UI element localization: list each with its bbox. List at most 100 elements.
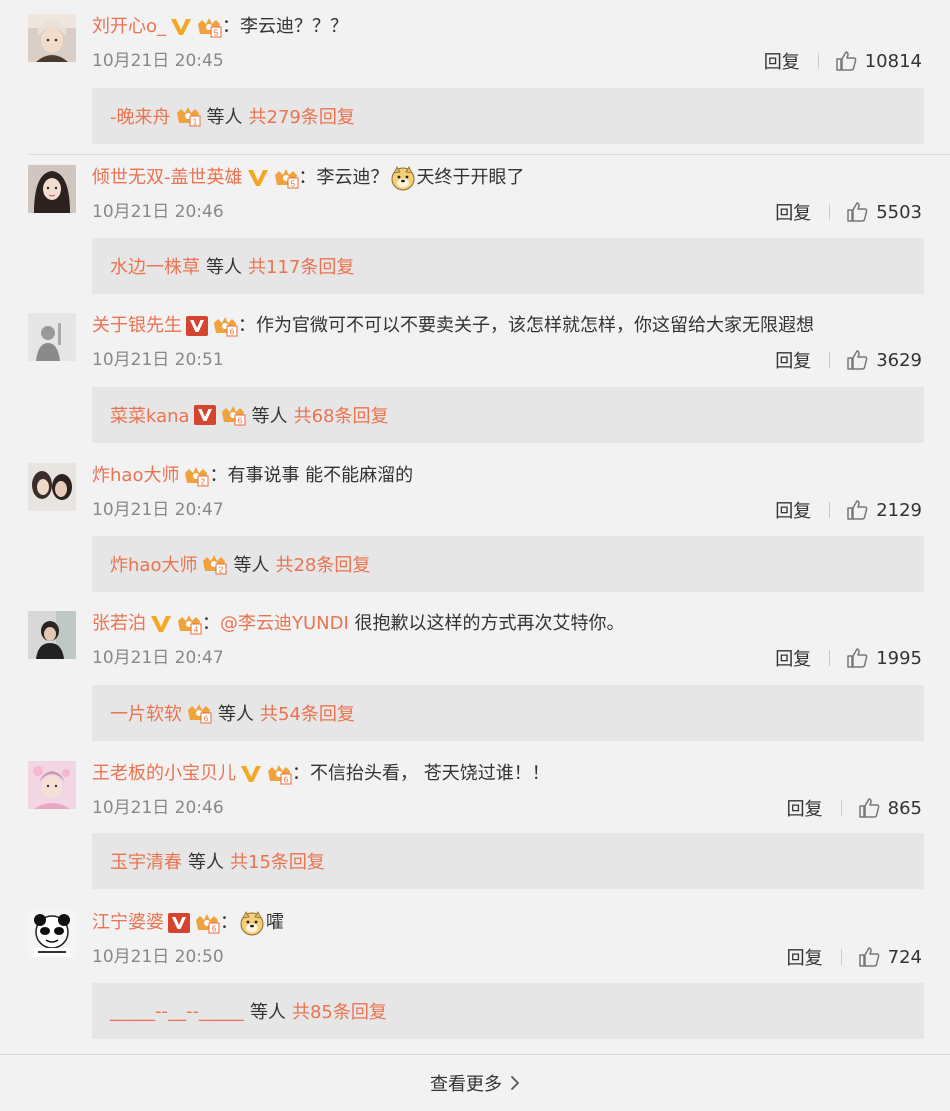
comment-text: 有事说事 能不能麻溜的 [227, 465, 414, 486]
verified-v-icon [150, 614, 172, 634]
username-link[interactable]: 张若泊 [92, 611, 146, 637]
like-button[interactable]: 724 [858, 946, 922, 968]
reply-total-link[interactable]: 共15条回复 [230, 848, 325, 874]
comment-time: 10月21日 20:47 [92, 648, 224, 668]
reply-summary[interactable]: 一片软软 6 等人 共54条回复 [92, 685, 924, 741]
reply-username[interactable]: 一片软软 [110, 700, 182, 726]
comment-actions: 回复 1995 [775, 645, 922, 671]
reply-total-link[interactable]: 共117条回复 [248, 253, 354, 279]
avatar[interactable] [28, 14, 76, 62]
like-button[interactable]: 1995 [846, 647, 922, 669]
comment-time: 10月21日 20:47 [92, 500, 224, 520]
member-crown-icon: 5 [273, 167, 299, 189]
like-button[interactable]: 10814 [835, 50, 922, 72]
username-link[interactable]: 江宁婆婆 [92, 910, 164, 936]
username-link[interactable]: 倾世无双-盖世英雄 [92, 165, 243, 191]
verified-v-icon [240, 764, 262, 784]
divider [840, 800, 842, 816]
avatar[interactable] [28, 463, 76, 511]
reply-username[interactable]: 水边一株草 [110, 253, 200, 279]
reply-people-label: 等人 [206, 107, 243, 128]
reply-button[interactable]: 回复 [787, 944, 823, 970]
avatar[interactable] [28, 611, 76, 659]
svg-text:6: 6 [230, 328, 235, 337]
view-more-button[interactable]: 查看更多 [0, 1054, 950, 1111]
comment-header: 刘开心o_ 5 ： 李云迪？？？ [92, 14, 348, 40]
reply-summary[interactable]: 水边一株草 等人 共117条回复 [92, 238, 924, 294]
reply-button[interactable]: 回复 [775, 497, 811, 523]
avatar[interactable] [28, 910, 76, 958]
reply-total-link[interactable]: 共279条回复 [249, 103, 355, 129]
reply-button[interactable]: 回复 [775, 199, 811, 225]
like-count: 3629 [876, 349, 922, 371]
svg-text:6: 6 [212, 925, 217, 934]
member-crown-icon: 4 [176, 613, 202, 635]
svg-text:1: 1 [192, 118, 197, 127]
username-link[interactable]: 刘开心o_ [92, 14, 166, 40]
doge-emoji-icon [239, 910, 265, 936]
chevron-right-icon [511, 1076, 519, 1090]
comment-header: 炸hao大师 2 ： 有事说事 能不能麻溜的 [92, 463, 413, 489]
avatar[interactable] [28, 761, 76, 809]
reply-total-link[interactable]: 共85条回复 [292, 998, 387, 1024]
member-crown-icon: 6 [266, 763, 292, 785]
reply-summary[interactable]: 炸hao大师 2 等人 共28条回复 [92, 536, 924, 592]
verified-v-red-icon [193, 405, 216, 425]
reply-username[interactable]: -晚来舟 [110, 103, 171, 129]
comment-header: 关于银先生 6 ： 作为官微可不可以不要卖关子，该怎样就怎样，你这留给大家无限遐… [92, 313, 814, 339]
mention-link[interactable]: @李云迪YUNDI [220, 611, 349, 637]
like-button[interactable]: 2129 [846, 499, 922, 521]
reply-summary[interactable]: 玉宇清春 等人 共15条回复 [92, 833, 924, 889]
member-crown-icon: 1 [175, 105, 201, 127]
reply-total-link[interactable]: 共28条回复 [275, 551, 370, 577]
reply-summary[interactable]: 菜菜kana 6 等人 共68条回复 [92, 387, 924, 443]
reply-summary[interactable]: _____--__--_____ 等人 共85条回复 [92, 983, 924, 1039]
thumbs-up-icon [858, 947, 879, 967]
thumbs-up-icon [835, 51, 857, 71]
reply-people-label: 等人 [233, 555, 270, 576]
reply-username[interactable]: 菜菜kana [110, 402, 190, 428]
comment-actions: 回复 2129 [775, 497, 922, 523]
reply-total-link[interactable]: 共54条回复 [260, 700, 355, 726]
username-link[interactable]: 关于银先生 [92, 313, 182, 339]
comment-time: 10月21日 20:51 [92, 350, 224, 370]
thumbs-up-icon [847, 648, 868, 668]
username-link[interactable]: 炸hao大师 [92, 463, 179, 489]
comment-text: 很抱歉以这样的方式再次艾特你。 [348, 613, 625, 634]
divider [829, 204, 831, 220]
view-more-label: 查看更多 [430, 1074, 502, 1095]
like-button[interactable]: 865 [858, 797, 922, 819]
reply-people-label: 等人 [188, 852, 224, 873]
svg-text:2: 2 [201, 478, 206, 487]
reply-username[interactable]: 炸hao大师 [110, 551, 197, 577]
comment-header: 江宁婆婆 6 ： 嚯 [92, 910, 284, 936]
thumbs-up-icon [847, 500, 868, 520]
svg-text:5: 5 [290, 180, 295, 189]
reply-button[interactable]: 回复 [764, 48, 800, 74]
comment-actions: 回复 865 [787, 795, 922, 821]
reply-button[interactable]: 回复 [787, 795, 823, 821]
like-count: 5503 [876, 201, 922, 223]
svg-text:6: 6 [237, 417, 242, 426]
reply-button[interactable]: 回复 [775, 347, 811, 373]
like-count: 865 [887, 797, 922, 819]
avatar[interactable] [28, 313, 76, 361]
username-link[interactable]: 王老板的小宝贝儿 [92, 761, 236, 787]
svg-text:6: 6 [204, 715, 209, 724]
like-count: 1995 [876, 647, 922, 669]
like-button[interactable]: 3629 [846, 349, 922, 371]
like-button[interactable]: 5503 [846, 201, 922, 223]
reply-people-label: 等人 [249, 1002, 286, 1023]
comment-actions: 回复 10814 [764, 48, 922, 74]
divider [28, 154, 950, 155]
reply-username[interactable]: 玉宇清春 [110, 848, 182, 874]
like-count: 724 [887, 946, 922, 968]
reply-button[interactable]: 回复 [775, 645, 811, 671]
divider [817, 53, 819, 69]
svg-text:2: 2 [219, 566, 224, 575]
reply-total-link[interactable]: 共68条回复 [294, 402, 389, 428]
reply-username[interactable]: _____--__--_____ [110, 1001, 244, 1022]
reply-summary[interactable]: -晚来舟 1 等人 共279条回复 [92, 88, 924, 144]
comment-header: 张若泊 4 ： @李云迪YUNDI 很抱歉以这样的方式再次艾特你。 [92, 611, 625, 637]
avatar[interactable] [28, 165, 76, 213]
